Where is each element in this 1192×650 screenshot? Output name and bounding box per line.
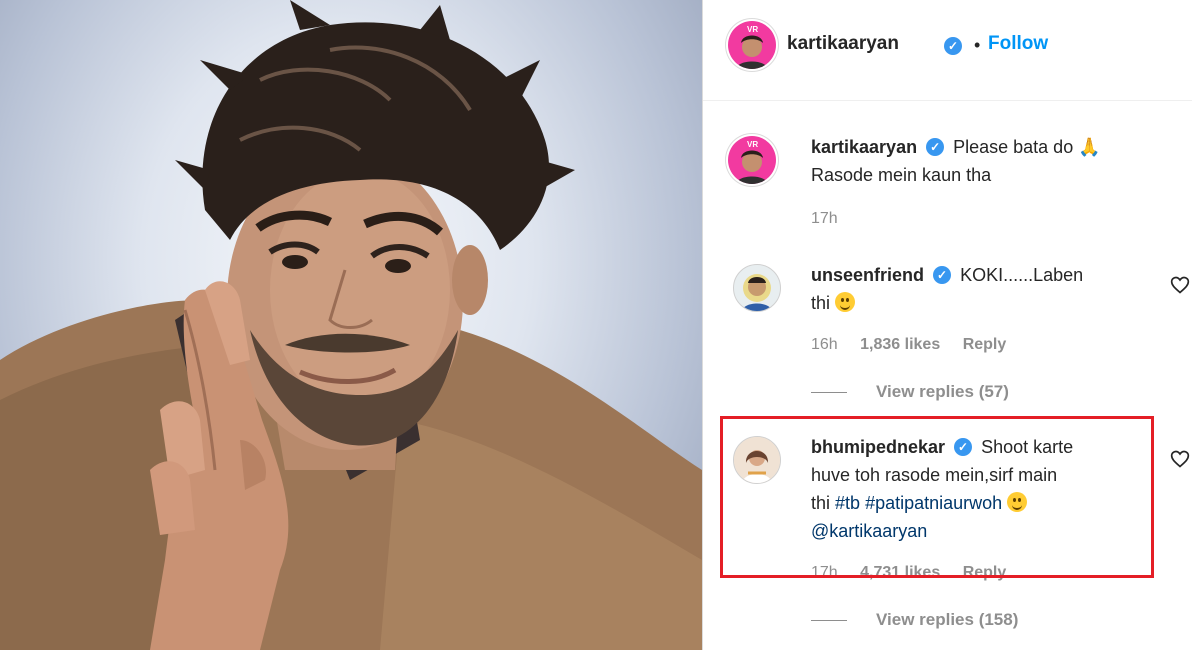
caption-meta: 17h <box>811 210 856 228</box>
comment-body: KOKI......Laben <box>960 265 1084 285</box>
header-divider <box>703 100 1192 101</box>
separator-dot: • <box>974 35 981 55</box>
caption-avatar[interactable]: VR <box>728 136 776 184</box>
comment-username[interactable]: unseenfriend <box>811 265 924 285</box>
verified-badge-icon: ✓ <box>944 37 962 55</box>
reply-button[interactable]: Reply <box>963 336 1007 353</box>
highlight-box <box>720 416 1154 578</box>
caption-body: Please bata do <box>953 137 1074 157</box>
verified-badge-icon: ✓ <box>926 138 945 156</box>
caption-time[interactable]: 17h <box>811 210 838 227</box>
verified-badge-icon: ✓ <box>933 266 952 284</box>
comment-body-line2: thi <box>811 293 831 313</box>
comment-text: unseenfriend ✓ KOKI......Laben thi <box>811 261 1131 317</box>
comment-likes[interactable]: 1,836 likes <box>860 336 940 353</box>
heart-icon[interactable] <box>1170 449 1190 469</box>
view-replies-line <box>811 392 847 393</box>
caption-text: kartikaaryan ✓ Please bata do 🙏 Rasode m… <box>811 133 1131 189</box>
portrait-illustration <box>0 0 702 650</box>
svg-text:VR: VR <box>747 140 758 149</box>
pray-emoji-icon: 🙏 <box>1078 137 1101 157</box>
view-replies-button[interactable]: View replies (57) <box>876 382 1009 402</box>
view-replies-line <box>811 620 847 621</box>
author-avatar[interactable]: VR <box>728 21 776 69</box>
follow-button[interactable]: Follow <box>988 33 1048 55</box>
laughing-emoji-icon <box>835 292 856 312</box>
comment-avatar[interactable] <box>733 264 781 312</box>
post-image <box>0 0 702 650</box>
author-username[interactable]: kartikaaryan <box>787 33 899 55</box>
heart-icon[interactable] <box>1170 275 1190 295</box>
view-replies-button[interactable]: View replies (158) <box>876 610 1018 630</box>
comment-time[interactable]: 16h <box>811 336 838 353</box>
svg-text:VR: VR <box>747 25 758 34</box>
caption-username[interactable]: kartikaaryan <box>811 137 917 157</box>
caption-body-line2: Rasode mein kaun tha <box>811 165 992 185</box>
comment-meta: 16h 1,836 likes Reply <box>811 336 1024 354</box>
